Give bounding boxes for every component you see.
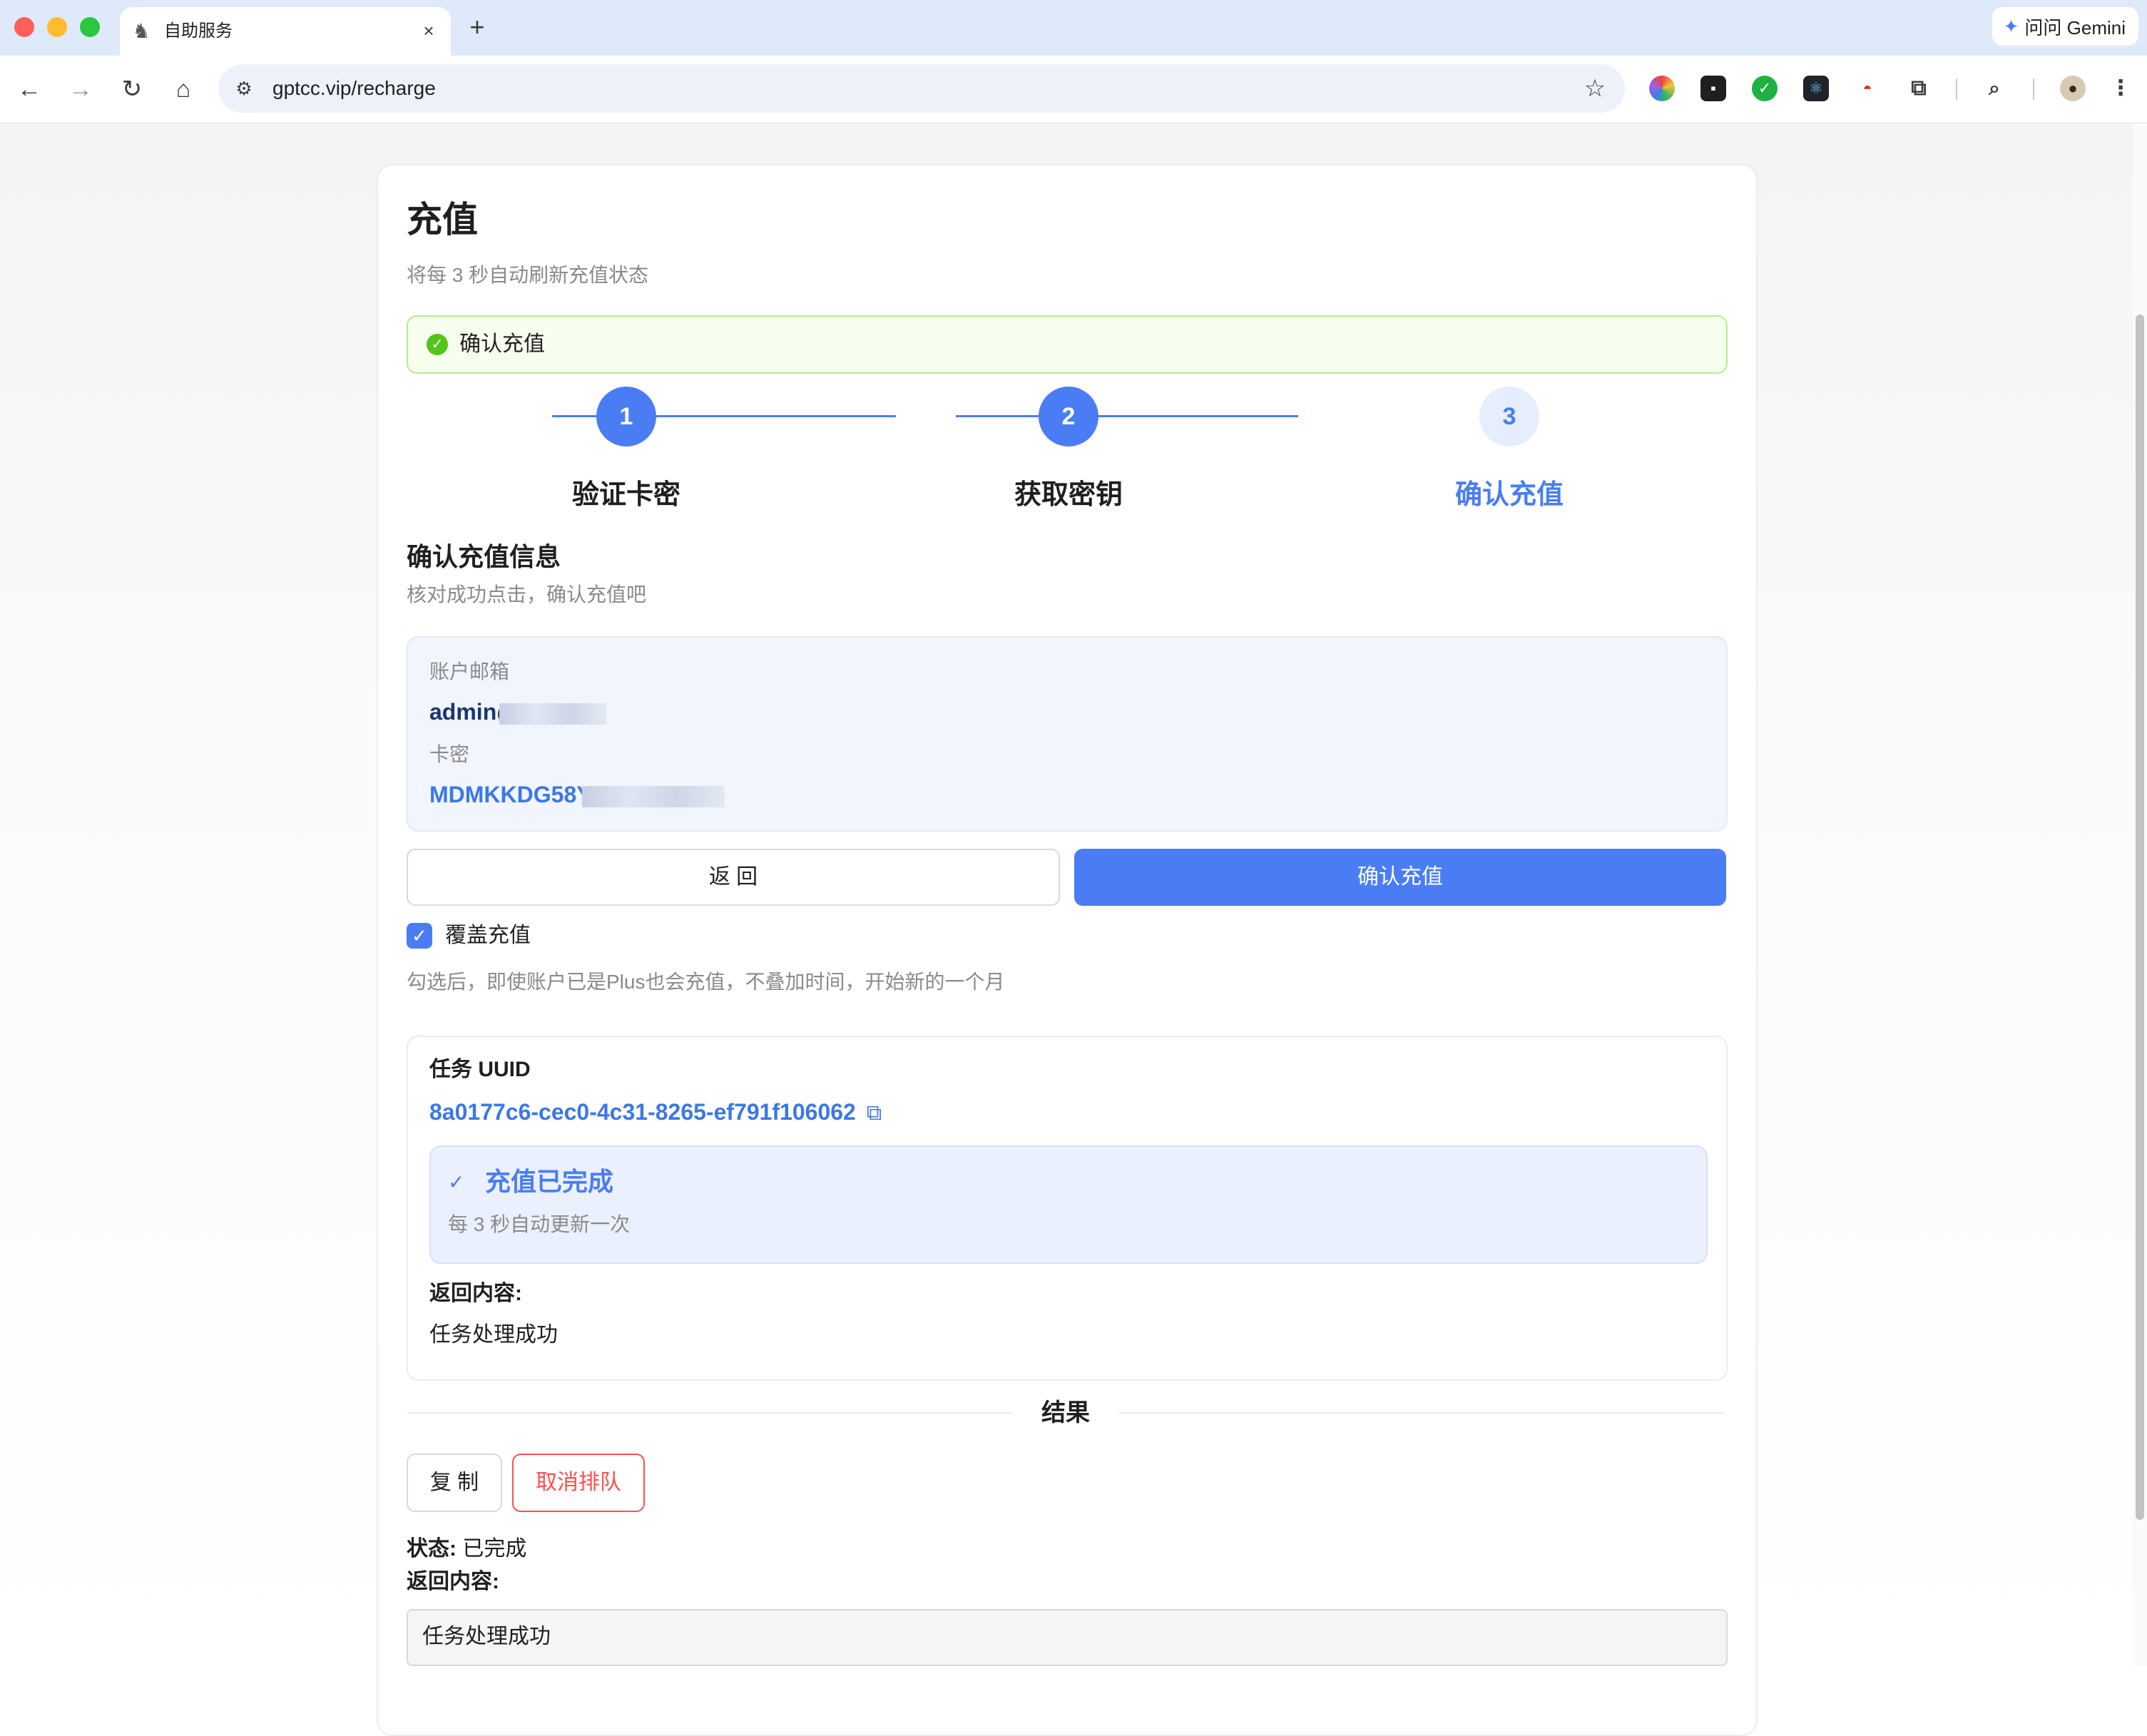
step-1-label: 验证卡密 — [571, 480, 680, 510]
divider-line-right — [1118, 1412, 1725, 1414]
scrollbar-thumb[interactable] — [2136, 315, 2144, 1520]
toolbar-separator — [2033, 78, 2034, 100]
back-button[interactable]: 返 回 — [407, 849, 1060, 906]
copy-icon[interactable]: ⧉ — [867, 1101, 882, 1125]
wolf-icon: ♞ — [132, 20, 151, 42]
task-status-box: ✓ 充值已完成 每 3 秒自动更新一次 — [429, 1145, 1708, 1264]
step-3-label: 确认充值 — [1454, 480, 1564, 510]
step-3-indicator: 3 — [1479, 387, 1539, 446]
tab-search-icon[interactable]: ⌕ — [1982, 76, 2007, 101]
maximize-window-button[interactable] — [80, 17, 100, 37]
bookmark-star-icon[interactable]: ☆ — [1581, 74, 1609, 103]
tab-strip: ♞ 自助服务 × + ✦ 问问 Gemini — [0, 0, 2147, 56]
copy-button[interactable]: 复 制 — [407, 1454, 502, 1512]
red-mask-extension-icon[interactable]: ◓ — [1855, 76, 1880, 101]
status-line: 状态: 已完成 — [407, 1535, 526, 1563]
task-uuid-text[interactable]: 8a0177c6-cec0-4c31-8265-ef791f106062 — [429, 1099, 856, 1125]
tab-title: 自助服务 — [164, 21, 233, 41]
checker-extension-icon[interactable]: ✓ — [1752, 76, 1778, 101]
home-icon[interactable]: ⌂ — [168, 74, 198, 104]
confirm-recharge-button[interactable]: 确认充值 — [1074, 849, 1726, 906]
result-divider-title: 结果 — [1041, 1399, 1090, 1426]
section-subtitle: 核对成功点击，确认充值吧 — [407, 583, 647, 606]
gemini-label: 问问 Gemini — [2024, 16, 2126, 39]
override-hint: 勾选后，即使账户已是Plus也会充值，不叠加时间，开始新的一个月 — [407, 971, 1005, 993]
section-title: 确认充值信息 — [407, 542, 561, 571]
forward-arrow-icon[interactable]: → — [66, 74, 96, 104]
menu-kebab-icon[interactable]: ⋮ — [2110, 76, 2131, 101]
step-2-indicator: 2 — [1039, 387, 1098, 446]
minimize-window-button[interactable] — [47, 17, 67, 37]
close-tab-icon[interactable]: × — [417, 19, 441, 43]
page-subtitle: 将每 3 秒自动刷新充值状态 — [407, 264, 649, 286]
color-picker-extension-icon[interactable] — [1649, 76, 1675, 101]
extensions-puzzle-icon[interactable]: ⧉ — [1906, 76, 1932, 101]
ask-gemini-button[interactable]: ✦ 问问 Gemini — [1992, 7, 2138, 46]
card-key-label: 卡密 — [429, 743, 470, 765]
step-2-label: 获取密钥 — [1014, 480, 1123, 510]
redacted-email-blur — [499, 703, 606, 725]
gemini-sparkle-icon: ✦ — [2003, 15, 2019, 37]
page-scrollbar[interactable] — [2133, 123, 2147, 1666]
override-checkbox[interactable]: ✓ — [407, 923, 432, 949]
browser-tab[interactable]: ♞ 自助服务 × — [120, 7, 451, 56]
step-connector — [956, 415, 1298, 417]
redacted-card-blur — [582, 786, 725, 807]
step-1-indicator: 1 — [596, 387, 656, 446]
reload-icon[interactable]: ↻ — [117, 74, 147, 104]
email-label: 账户邮箱 — [429, 660, 510, 683]
task-status-subtitle: 每 3 秒自动更新一次 — [448, 1213, 631, 1235]
url-text[interactable]: gptcc.vip/recharge — [272, 76, 436, 101]
address-bar[interactable]: ⚙ gptcc.vip/recharge ☆ — [218, 64, 1625, 113]
site-settings-icon[interactable]: ⚙ — [230, 74, 258, 103]
recharge-info-box: 账户邮箱 admin@ 卡密 MDMKKDG58Y — [407, 636, 1728, 832]
override-checkbox-label[interactable]: 覆盖充值 — [445, 921, 531, 950]
close-window-button[interactable] — [14, 17, 34, 37]
task-uuid-label: 任务 UUID — [429, 1058, 531, 1081]
success-alert: ✓ 确认充值 — [407, 315, 1728, 374]
result-return-label: 返回内容: — [407, 1570, 499, 1593]
tampermonkey-extension-icon[interactable]: ▪ — [1700, 76, 1726, 101]
task-status-title: 充值已完成 — [485, 1167, 614, 1196]
result-return-text: 任务处理成功 — [422, 1625, 551, 1648]
profile-avatar[interactable]: ● — [2060, 76, 2086, 101]
alert-text: 确认充值 — [459, 332, 545, 356]
check-circle-icon: ✓ — [427, 334, 448, 355]
status-label: 状态: — [407, 1537, 457, 1561]
new-tab-button[interactable]: + — [464, 14, 491, 41]
result-return-textbox[interactable]: 任务处理成功 — [407, 1609, 1728, 1666]
browser-toolbar: ← → ↻ ⌂ ⚙ gptcc.vip/recharge ☆ ▪ ✓ ⚛ ◓ ⧉… — [0, 56, 2147, 123]
cancel-queue-button[interactable]: 取消排队 — [512, 1454, 645, 1512]
recharge-card: 充值 将每 3 秒自动刷新充值状态 ✓ 确认充值 1 2 3 验证卡密 获取密钥… — [377, 164, 1758, 1736]
divider-line-left — [407, 1412, 1013, 1414]
react-devtools-extension-icon[interactable]: ⚛ — [1803, 76, 1829, 101]
task-return-label: 返回内容: — [429, 1282, 522, 1305]
task-panel: 任务 UUID 8a0177c6-cec0-4c31-8265-ef791f10… — [407, 1036, 1728, 1381]
task-uuid-value[interactable]: 8a0177c6-cec0-4c31-8265-ef791f106062 ⧉ — [429, 1097, 882, 1128]
status-value: 已完成 — [462, 1537, 527, 1561]
check-icon: ✓ — [448, 1171, 465, 1193]
task-return-value: 任务处理成功 — [429, 1323, 558, 1347]
card-key-value: MDMKKDG58Y — [429, 782, 592, 807]
page-title: 充值 — [407, 200, 478, 240]
toolbar-separator — [1956, 78, 1957, 100]
back-arrow-icon[interactable]: ← — [14, 74, 44, 104]
